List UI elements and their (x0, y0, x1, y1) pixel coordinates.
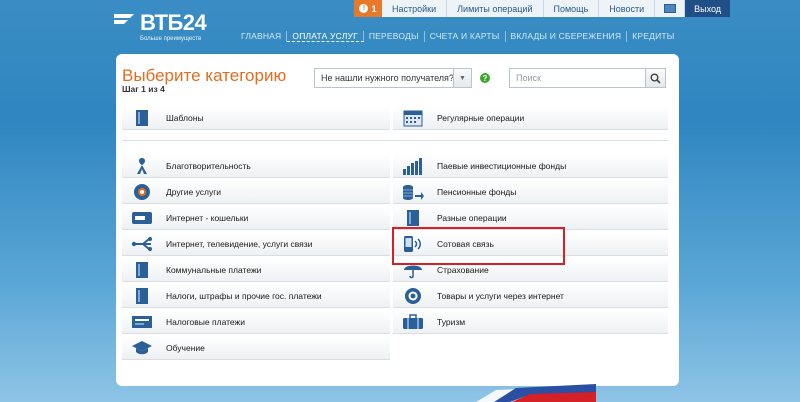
nav-deposits[interactable]: ВКЛАДЫ И СБЕРЕЖЕНИЯ (506, 31, 628, 42)
alert-icon: ! (359, 4, 369, 13)
book-icon (130, 286, 154, 306)
divider (122, 140, 668, 141)
recipient-select-value: Не нашли нужного получателя? (321, 73, 454, 83)
news-link[interactable]: Новости (599, 0, 656, 17)
category-e-wallets[interactable]: Интернет - кошельки (122, 206, 390, 230)
category-label: Пенсионные фонды (437, 186, 517, 197)
category-label: Страхование (437, 264, 489, 275)
category-label: Шаблоны (166, 112, 204, 123)
search-button[interactable] (645, 69, 665, 87)
bar-chart-icon (401, 156, 425, 176)
category-label: Налоги, штрафы и прочие гос. платежи (166, 290, 322, 301)
book-icon (130, 108, 154, 128)
category-utilities[interactable]: Коммунальные платежи (122, 258, 390, 282)
search-placeholder: Поиск (516, 73, 541, 83)
recipient-select[interactable]: Не нашли нужного получателя? ▼ (314, 68, 472, 88)
category-label: Интернет - кошельки (166, 212, 249, 223)
category-tourism[interactable]: Туризм (393, 310, 668, 334)
main-nav: ГЛАВНАЯ ОПЛАТА УСЛУГ ПЕРЕВОДЫ СЧЕТА И КА… (236, 31, 680, 42)
network-icon (130, 234, 154, 254)
category-tax-payments[interactable]: Налоговые платежи (122, 310, 390, 334)
nav-transfers[interactable]: ПЕРЕВОДЫ (364, 31, 425, 42)
flag-decoration-icon (476, 384, 596, 402)
book-icon (401, 208, 425, 228)
gear-icon (130, 182, 154, 202)
nav-payments[interactable]: ОПЛАТА УСЛУГ (287, 31, 364, 42)
wallet-icon (130, 208, 154, 228)
category-education[interactable]: Обучение (122, 336, 390, 360)
category-label: Разные операции (437, 212, 507, 223)
suitcase-icon (401, 312, 425, 332)
picture-button[interactable] (655, 0, 686, 17)
picture-icon (663, 4, 676, 13)
notifications-button[interactable]: ! 1 (354, 0, 382, 17)
category-label: Налоговые платежи (166, 316, 245, 327)
logo-name: ВТБ24 (140, 10, 207, 35)
category-label: Благотворительность (166, 160, 251, 171)
chevron-down-icon[interactable]: ▼ (453, 69, 471, 87)
nav-home[interactable]: ГЛАВНАЯ (236, 31, 288, 42)
calendar-icon (401, 108, 425, 128)
settings-link[interactable]: Настройки (382, 0, 448, 17)
category-internet-tv[interactable]: Интернет, телевидение, услуги связи (122, 232, 390, 256)
exit-button[interactable]: Выход (685, 0, 731, 17)
top-utility-bar: ! 1 Настройки Лимиты операций Помощь Нов… (354, 0, 731, 17)
category-panel: Выберите категорию Шаг 1 из 4 Не нашли н… (116, 54, 679, 386)
category-regular-operations[interactable]: Регулярные операции (393, 106, 668, 130)
category-label: Регулярные операции (437, 112, 525, 123)
nav-credits[interactable]: КРЕДИТЫ (627, 31, 679, 42)
ribbon-icon (130, 156, 154, 176)
category-pension-funds[interactable]: Пенсионные фонды (393, 180, 668, 204)
nav-accounts-cards[interactable]: СЧЕТА И КАРТЫ (425, 31, 506, 42)
coins-icon (401, 182, 425, 202)
category-mutual-funds[interactable]: Паевые инвестиционные фонды (393, 154, 668, 178)
tax-card-icon (130, 312, 154, 332)
category-label: Другие услуги (166, 186, 222, 197)
page-title: Выберите категорию (122, 66, 287, 85)
category-templates[interactable]: Шаблоны (122, 106, 390, 130)
notifications-count: 1 (371, 3, 377, 14)
search-icon (650, 73, 661, 84)
limits-link[interactable]: Лимиты операций (447, 0, 544, 17)
logo-tagline: Больше преимуществ (140, 36, 202, 42)
category-label: Паевые инвестиционные фонды (437, 160, 567, 171)
book-icon (130, 260, 154, 280)
category-charity[interactable]: Благотворительность (122, 154, 390, 178)
category-label: Обучение (166, 342, 205, 353)
page: ! 1 Настройки Лимиты операций Помощь Нов… (0, 0, 800, 402)
category-online-goods[interactable]: Товары и услуги через интернет (393, 284, 668, 308)
step-indicator: Шаг 1 из 4 (122, 84, 165, 94)
globe-gear-icon (401, 286, 425, 306)
category-label: Туризм (437, 316, 466, 327)
search-input[interactable]: Поиск (509, 68, 666, 88)
help-icon[interactable]: ? (480, 73, 490, 83)
category-label: Интернет, телевидение, услуги связи (166, 238, 313, 249)
category-other-services[interactable]: Другие услуги (122, 180, 390, 204)
logo-mark-icon (114, 14, 134, 24)
category-taxes-fines[interactable]: Налоги, штрафы и прочие гос. платежи (122, 284, 390, 308)
graduation-cap-icon (130, 338, 154, 358)
mobile-category-highlight (392, 227, 565, 265)
help-link[interactable]: Помощь (543, 0, 600, 17)
category-label: Товары и услуги через интернет (437, 290, 564, 301)
category-label: Коммунальные платежи (166, 264, 262, 275)
